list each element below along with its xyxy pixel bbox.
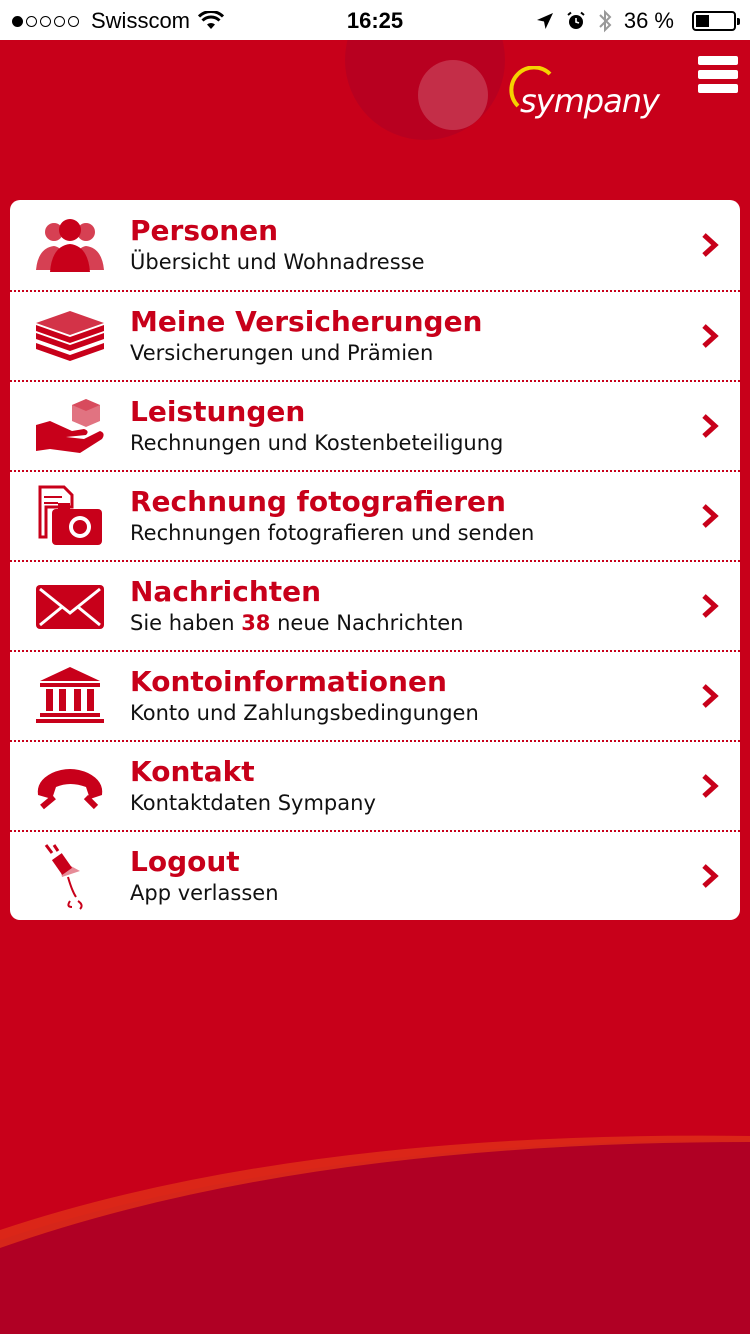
decorative-swoosh bbox=[0, 1135, 750, 1334]
subtitle-suffix: neue Nachrichten bbox=[270, 611, 464, 635]
location-arrow-icon bbox=[536, 13, 553, 29]
decorative-circle-light bbox=[418, 60, 488, 130]
menu-item-subtitle: Konto und Zahlungsbedingungen bbox=[130, 701, 479, 725]
app-header: sympany bbox=[0, 40, 750, 200]
menu-item-title: Rechnung fotografieren bbox=[130, 485, 506, 518]
chevron-right-icon bbox=[680, 502, 740, 530]
menu-item-title: Leistungen bbox=[130, 395, 306, 428]
sympany-logo: sympany bbox=[520, 82, 660, 120]
menu-item-subtitle: Rechnungen fotografieren und senden bbox=[130, 521, 535, 545]
chevron-right-icon bbox=[680, 231, 740, 259]
stack-icon bbox=[10, 291, 130, 381]
battery-icon bbox=[692, 11, 740, 31]
menu-item-nachrichten[interactable]: Nachrichten Sie haben 38 neue Nachrichte… bbox=[10, 560, 740, 650]
bank-icon bbox=[10, 651, 130, 741]
menu-item-subtitle: App verlassen bbox=[130, 881, 279, 905]
subtitle-prefix: Sie haben bbox=[130, 611, 242, 635]
menu-item-subtitle: Versicherungen und Prämien bbox=[130, 341, 434, 365]
menu-item-title: Nachrichten bbox=[130, 575, 322, 608]
chevron-right-icon bbox=[680, 862, 740, 890]
chevron-right-icon bbox=[680, 682, 740, 710]
menu-item-title: Personen bbox=[130, 214, 279, 247]
menu-item-subtitle: Kontaktdaten Sympany bbox=[130, 791, 376, 815]
hamburger-menu-button[interactable] bbox=[698, 56, 738, 96]
menu-item-meine-versicherungen[interactable]: Meine Versicherungen Versicherungen und … bbox=[10, 290, 740, 380]
chevron-right-icon bbox=[680, 322, 740, 350]
menu-item-title: Logout bbox=[130, 845, 240, 878]
chevron-right-icon bbox=[680, 592, 740, 620]
main-menu-list: Personen Übersicht und Wohnadresse Meine… bbox=[10, 200, 740, 920]
alarm-icon bbox=[567, 11, 585, 29]
menu-item-personen[interactable]: Personen Übersicht und Wohnadresse bbox=[10, 200, 740, 290]
status-bar: Swisscom 16:25 36 % bbox=[0, 0, 750, 40]
menu-item-subtitle: Sie haben 38 neue Nachrichten bbox=[130, 608, 680, 638]
phone-icon bbox=[10, 741, 130, 831]
menu-item-subtitle: Übersicht und Wohnadresse bbox=[130, 250, 425, 274]
menu-item-title: Kontoinformationen bbox=[130, 665, 447, 698]
chevron-right-icon bbox=[680, 772, 740, 800]
menu-item-title: Meine Versicherungen bbox=[130, 305, 483, 338]
menu-item-leistungen[interactable]: Leistungen Rechnungen und Kostenbeteilig… bbox=[10, 380, 740, 470]
menu-item-kontakt[interactable]: Kontakt Kontaktdaten Sympany bbox=[10, 740, 740, 830]
camera-document-icon bbox=[10, 471, 130, 561]
menu-item-logout[interactable]: Logout App verlassen bbox=[10, 830, 740, 920]
hand-box-icon bbox=[10, 381, 130, 471]
unplug-icon bbox=[10, 831, 130, 920]
menu-item-kontoinformationen[interactable]: Kontoinformationen Konto und Zahlungsbed… bbox=[10, 650, 740, 740]
unread-message-count: 38 bbox=[241, 611, 271, 635]
menu-item-title: Kontakt bbox=[130, 755, 255, 788]
people-icon bbox=[10, 200, 130, 290]
menu-item-rechnung-fotografieren[interactable]: Rechnung fotografieren Rechnungen fotogr… bbox=[10, 470, 740, 560]
envelope-icon bbox=[10, 561, 130, 651]
status-right: 36 % bbox=[536, 8, 740, 34]
menu-item-subtitle: Rechnungen und Kostenbeteiligung bbox=[130, 431, 504, 455]
battery-percentage: 36 % bbox=[623, 8, 674, 33]
chevron-right-icon bbox=[680, 412, 740, 440]
bluetooth-icon bbox=[599, 9, 612, 33]
